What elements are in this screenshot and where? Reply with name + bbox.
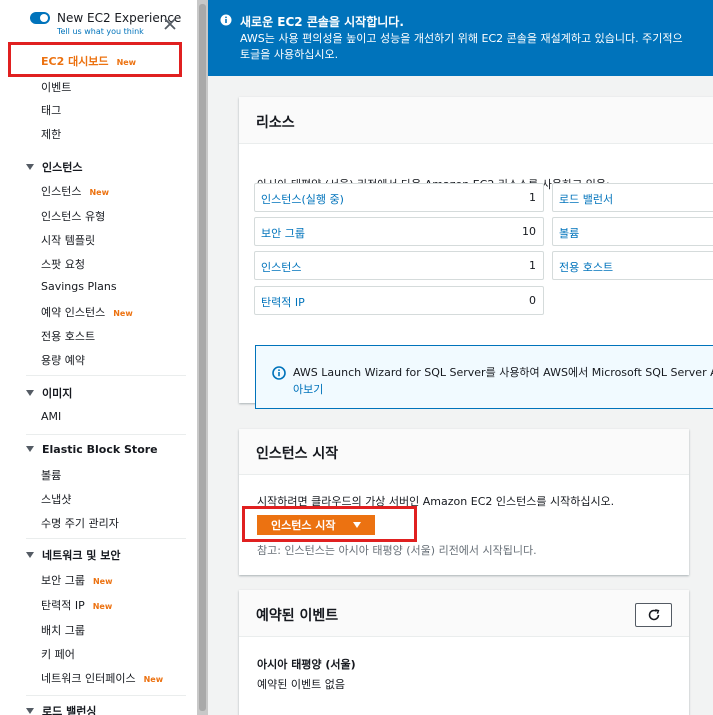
sidebar-divider [26, 375, 186, 376]
resource-volumes[interactable]: 볼륨 [552, 217, 713, 246]
sidebar-item-launch-templates[interactable]: 시작 템플릿 [41, 232, 95, 248]
sidebar-item-label: 네트워크 인터페이스 [41, 672, 136, 685]
new-experience-toggle[interactable] [30, 12, 50, 24]
section-title: 네트워크 및 보안 [42, 549, 121, 562]
sidebar-item-label: 보안 그룹 [41, 574, 85, 587]
sidebar-item-label: 예약 인스턴스 [41, 306, 106, 319]
resource-count: 1 [529, 259, 536, 272]
section-title: 로드 밸런싱 [42, 705, 97, 715]
panel-header: 예약된 이벤트 [239, 590, 689, 637]
section-title: Elastic Block Store [42, 443, 158, 456]
sidebar-item-limits[interactable]: 제한 [41, 126, 61, 142]
sidebar-item-placement-groups[interactable]: 배치 그룹 [41, 622, 85, 638]
info-text: AWS Launch Wizard for SQL Server를 사용하여 A… [293, 366, 713, 379]
resource-security-groups[interactable]: 보안 그룹 10 [254, 217, 544, 246]
section-title: 이미지 [42, 387, 73, 400]
resource-load-balancers[interactable]: 로드 밸런서 [552, 183, 713, 212]
sidebar-scrollbar[interactable] [197, 0, 208, 715]
sidebar-divider [26, 434, 186, 435]
learn-more-link[interactable]: 아보기 [293, 381, 323, 397]
sidebar-item-snapshots[interactable]: 스냅샷 [41, 491, 71, 507]
sidebar-item-key-pairs[interactable]: 키 페어 [41, 646, 75, 662]
sidebar-divider [26, 695, 186, 696]
sidebar-item-instance-types[interactable]: 인스턴스 유형 [41, 208, 105, 224]
panel-title: 인스턴스 시작 [256, 446, 339, 462]
sidebar-item-spot-requests[interactable]: 스팟 요청 [41, 256, 85, 272]
sidebar-item-volumes[interactable]: 볼륨 [41, 467, 61, 483]
new-badge: New [92, 602, 113, 611]
resource-label[interactable]: 보안 그룹 [261, 225, 305, 241]
resource-running-instances[interactable]: 인스턴스(실행 중) 1 [254, 183, 544, 212]
resource-label[interactable]: 탄력적 IP [261, 294, 305, 310]
events-empty-text: 예약된 이벤트 없음 [257, 678, 345, 691]
new-console-banner: 새로운 EC2 콘솔을 시작합니다. AWS는 사용 편의성을 높이고 성능을 … [208, 0, 713, 76]
sidebar-item-lifecycle-manager[interactable]: 수명 주기 관리자 [41, 515, 119, 531]
resource-label[interactable]: 인스턴스 [261, 259, 301, 275]
panel-title: 예약된 이벤트 [256, 608, 339, 624]
launch-note: 참고: 인스턴스는 아시아 태평양 (서울) 리전에서 시작됩니다. [257, 544, 537, 557]
info-icon [272, 366, 286, 380]
section-title: 인스턴스 [42, 161, 83, 174]
scrollbar-thumb[interactable] [199, 4, 206, 711]
panel-header: 리소스 [239, 97, 713, 144]
new-badge: New [92, 577, 113, 586]
caret-down-icon [26, 390, 34, 396]
sidebar-item-dedicated-hosts[interactable]: 전용 호스트 [41, 328, 95, 344]
panel-header: 인스턴스 시작 [239, 429, 689, 475]
banner-text: AWS는 사용 편의성을 높이고 성능을 개선하기 위해 EC2 콘솔을 재설계… [240, 32, 683, 45]
sidebar-item-capacity-reservations[interactable]: 용량 예약 [41, 352, 85, 368]
launch-button-highlight-annotation [242, 506, 417, 542]
sidebar-section-load-balancing[interactable]: 로드 밸런싱 [26, 703, 96, 715]
events-region: 아시아 태평양 (서울) [257, 658, 356, 671]
sidebar-section-images[interactable]: 이미지 [26, 385, 72, 401]
resource-instances[interactable]: 인스턴스 1 [254, 251, 544, 280]
caret-down-icon [26, 446, 34, 452]
dashboard-highlight-annotation [8, 42, 182, 77]
resource-dedicated-hosts[interactable]: 전용 호스트 [552, 251, 713, 280]
refresh-icon [648, 609, 660, 621]
new-badge: New [143, 675, 164, 684]
sidebar-item-label: 인스턴스 [41, 185, 82, 198]
resource-count: 10 [522, 225, 536, 238]
banner-text: 토글을 사용하십시오. [240, 48, 339, 61]
resource-label[interactable]: 로드 밸런서 [559, 191, 613, 207]
sidebar-item-security-groups[interactable]: 보안 그룹 New [41, 572, 113, 588]
sidebar-item-instances[interactable]: 인스턴스 New [41, 183, 109, 199]
panel-title: 리소스 [256, 115, 295, 131]
resource-label[interactable]: 볼륨 [559, 225, 579, 241]
sidebar-item-reserved-instances[interactable]: 예약 인스턴스 New [41, 304, 133, 320]
close-icon[interactable] [163, 17, 177, 31]
launch-instance-panel: 인스턴스 시작 시작하려면 클라우드의 가상 서버인 Amazon EC2 인스… [239, 429, 689, 575]
caret-down-icon [26, 552, 34, 558]
sidebar-item-network-interfaces[interactable]: 네트워크 인터페이스 New [41, 670, 163, 686]
sidebar: New EC2 Experience Tell us what you thin… [0, 0, 197, 715]
new-badge: New [89, 188, 109, 197]
sidebar-section-ebs[interactable]: Elastic Block Store [26, 443, 158, 456]
info-icon [220, 14, 232, 26]
sidebar-item-label: 탄력적 IP [41, 599, 85, 612]
sidebar-section-network-security[interactable]: 네트워크 및 보안 [26, 547, 121, 563]
resource-label[interactable]: 전용 호스트 [559, 259, 613, 275]
resource-label[interactable]: 인스턴스(실행 중) [261, 191, 344, 207]
scheduled-events-panel: 예약된 이벤트 아시아 태평양 (서울) 예약된 이벤트 없음 [239, 590, 689, 715]
sidebar-item-tags[interactable]: 태그 [41, 102, 61, 118]
refresh-button[interactable] [635, 603, 672, 627]
resources-panel: 리소스 아시아 태평양 (서울) 리전에서 다음 Amazon EC2 리소스를… [239, 97, 713, 409]
resource-elastic-ips[interactable]: 탄력적 IP 0 [254, 286, 544, 315]
resource-count: 1 [529, 191, 536, 204]
sidebar-divider [26, 538, 186, 539]
feedback-link[interactable]: Tell us what you think [57, 27, 144, 36]
launch-wizard-info-box: AWS Launch Wizard for SQL Server를 사용하여 A… [255, 345, 713, 409]
sidebar-item-events[interactable]: 이벤트 [41, 79, 71, 95]
caret-down-icon [26, 164, 34, 170]
banner-title: 새로운 EC2 콘솔을 시작합니다. [240, 15, 404, 29]
sidebar-item-savings-plans[interactable]: Savings Plans [41, 280, 117, 293]
new-badge: New [113, 309, 133, 318]
sidebar-item-elastic-ip[interactable]: 탄력적 IP New [41, 597, 112, 613]
sidebar-item-ami[interactable]: AMI [41, 410, 61, 423]
caret-down-icon [26, 708, 34, 714]
resource-count: 0 [529, 294, 536, 307]
sidebar-section-instances[interactable]: 인스턴스 [26, 159, 82, 175]
